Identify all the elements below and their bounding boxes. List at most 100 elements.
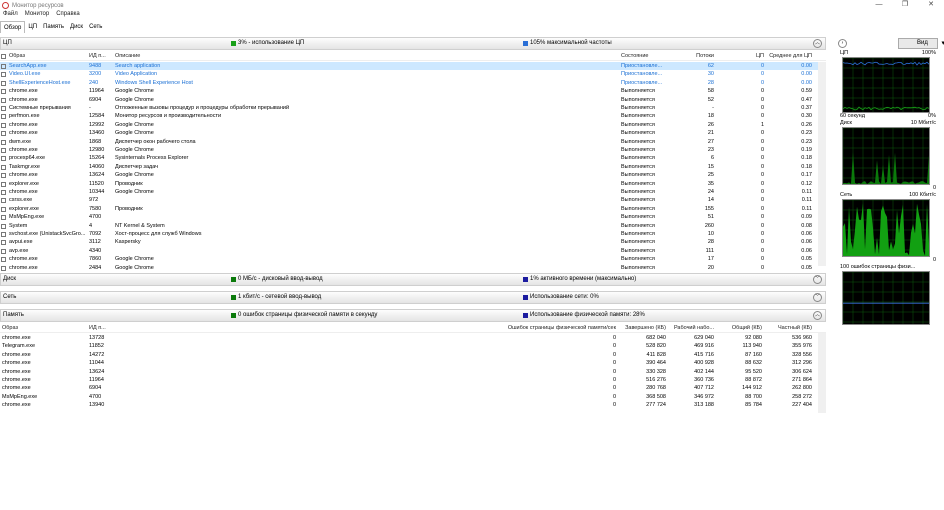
row-checkbox[interactable]	[1, 173, 6, 179]
cpu-column-header[interactable]: ИД п...	[89, 53, 111, 59]
table-row[interactable]: dwm.exe 1868 Диспетчер окон рабочего стола…	[0, 138, 826, 146]
table-row[interactable]: perfmon.exe 12584 Монитор ресурсов и произ…	[0, 112, 826, 120]
row-checkbox[interactable]	[1, 232, 6, 237]
row-checkbox[interactable]	[1, 223, 6, 229]
memory-scrollbar[interactable]	[818, 333, 826, 413]
cpu-column-header[interactable]: Описание	[115, 53, 615, 59]
cpu-scrollbar[interactable]	[818, 62, 826, 266]
table-row[interactable]: chrome.exe 13460 Google Chrome Выполняется 2…	[0, 129, 826, 137]
memory-column-header[interactable]: ИД п...	[89, 325, 111, 331]
table-row[interactable]: chrome.exe 6904 Google Chrome Выполняется 52…	[0, 96, 826, 104]
table-row[interactable]: svchost.exe (UnistackSvcGro... 7092 Хост-п…	[0, 230, 826, 238]
row-checkbox[interactable]	[1, 122, 6, 128]
row-checkbox[interactable]	[1, 257, 6, 263]
minimize-button[interactable]: —	[866, 0, 892, 11]
table-row[interactable]: chrome.exe 13624 0 330 328 402 144 95 520 306 …	[0, 368, 826, 376]
row-checkbox[interactable]	[1, 198, 6, 204]
row-checkbox[interactable]	[1, 156, 6, 162]
maximize-button[interactable]: ❐	[892, 0, 918, 11]
table-row[interactable]: chrome.exe 13728 0 682 040 629 040 92 080 536 …	[0, 334, 826, 342]
table-row[interactable]: chrome.exe 12980 Google Chrome Выполняется 2…	[0, 146, 826, 154]
table-row[interactable]: avpui.exe 3112 Kaspersky Выполняется 28 0 0.06	[0, 238, 826, 246]
network-section-header[interactable]: Сеть 1 кбит/с - сетевой ввод-вывод Испол…	[0, 291, 826, 304]
cpu-column-header[interactable]: Образ	[9, 53, 89, 59]
row-checkbox[interactable]	[1, 64, 6, 69]
memory-column-header[interactable]: Завершено (КБ)	[620, 325, 666, 331]
table-row[interactable]: SearchApp.exe 9488 Search application Приос…	[0, 62, 826, 71]
row-checkbox[interactable]	[1, 89, 6, 95]
table-row[interactable]: Системные прерывания - Отложенные вызовы п…	[0, 104, 826, 112]
menu-help[interactable]: Справка	[56, 11, 80, 20]
row-checkbox[interactable]	[1, 190, 6, 195]
table-row[interactable]: chrome.exe 13624 Google Chrome Выполняется 2…	[0, 171, 826, 179]
table-row[interactable]: MsMpEng.exe 4700 Выполняется 51 0 0.09	[0, 213, 826, 221]
row-checkbox[interactable]	[1, 265, 6, 271]
cpu-column-header[interactable]: Потоки	[688, 53, 714, 59]
table-row[interactable]: Video.UI.exe 3200 Video Application Приоста…	[0, 70, 826, 78]
tab-memory[interactable]: Память	[40, 21, 67, 33]
table-row[interactable]: chrome.exe 14272 0 411 828 415 716 87 160 328 …	[0, 351, 826, 359]
table-row[interactable]: Telegram.exe 11852 0 528 820 469 916 113 940 3…	[0, 342, 826, 350]
memory-column-header[interactable]: Ошибок страницы физической памяти/сек	[440, 325, 616, 331]
cpu-section-header[interactable]: ЦП 3% - использование ЦП 105% максимальн…	[0, 37, 826, 50]
table-row[interactable]: chrome.exe 2484 Google Chrome Выполняется 20…	[0, 264, 826, 272]
table-row[interactable]: explorer.exe 7580 Проводник Выполняется 155 0…	[0, 205, 826, 213]
cpu-column-header[interactable]: ЦП	[718, 53, 764, 59]
close-button[interactable]: ✕	[918, 0, 944, 11]
disk-section-header[interactable]: Диск 0 МБ/с - дисковый ввод-вывод 1% акт…	[0, 273, 826, 286]
tab-overview[interactable]: Обзор	[0, 21, 26, 33]
graph-timespan: 60 секунд	[840, 113, 865, 119]
row-checkbox[interactable]	[1, 131, 6, 137]
cpu-column-header[interactable]: Состояние	[621, 53, 681, 59]
row-checkbox[interactable]	[1, 97, 6, 103]
table-row[interactable]: chrome.exe 7860 Google Chrome Выполняется 17…	[0, 255, 826, 263]
row-checkbox[interactable]	[1, 114, 6, 120]
network-io-swatch	[231, 294, 236, 300]
table-row[interactable]: MsMpEng.exe 4700 0 368 508 346 972 88 700 258 …	[0, 393, 826, 401]
table-row[interactable]: chrome.exe 6904 0 280 768 407 712 144 912 262 …	[0, 384, 826, 392]
table-cell: Монитор ресурсов и производительности	[115, 113, 222, 120]
table-row[interactable]: Taskmgr.exe 14060 Диспетчер задач Выполняет…	[0, 163, 826, 171]
table-row[interactable]: ShellExperienceHost.exe 240 Windows Shell …	[0, 79, 826, 87]
row-checkbox[interactable]	[1, 139, 6, 145]
row-checkbox[interactable]	[1, 80, 6, 86]
row-checkbox[interactable]	[1, 72, 6, 78]
tab-network[interactable]: Сеть	[86, 21, 105, 33]
memory-column-header[interactable]: Рабочий набо...	[668, 325, 714, 331]
hide-panel-icon[interactable]: ›	[838, 38, 847, 48]
row-checkbox[interactable]	[1, 181, 6, 187]
memory-section-header[interactable]: Память 0 ошибок страницы физической памя…	[0, 309, 826, 322]
row-checkbox[interactable]	[1, 206, 6, 212]
table-row[interactable]: csrss.exe 972 Выполняется 14 0 0.11	[0, 196, 826, 204]
table-row[interactable]: chrome.exe 10344 Google Chrome Выполняется 2…	[0, 188, 826, 196]
row-checkbox[interactable]	[1, 248, 6, 254]
cpu-column-header[interactable]: Среднее для ЦП	[768, 53, 812, 59]
row-checkbox[interactable]	[1, 164, 6, 170]
table-row[interactable]: System 4 NT Kernel & System Выполняется 260 0…	[0, 222, 826, 230]
collapse-memory-icon[interactable]: ︿	[813, 311, 822, 320]
table-row[interactable]: chrome.exe 12992 Google Chrome Выполняется 2…	[0, 121, 826, 129]
row-checkbox[interactable]	[1, 148, 6, 153]
table-row[interactable]: explorer.exe 11520 Проводник Выполняется 35 0…	[0, 180, 826, 188]
expand-disk-icon[interactable]: ﹀	[813, 275, 822, 284]
table-row[interactable]: chrome.exe 11964 0 516 276 360 736 88 872 271 …	[0, 376, 826, 384]
memory-column-header[interactable]: Образ	[2, 325, 82, 331]
memory-column-header[interactable]: Общий (КБ)	[716, 325, 762, 331]
tab-disk[interactable]: Диск	[67, 21, 86, 33]
row-checkbox[interactable]	[1, 106, 6, 111]
table-row[interactable]: procexp64.exe 15264 Sysinternals Process E…	[0, 154, 826, 162]
table-row[interactable]: chrome.exe 11044 0 390 464 400 928 88 632 312 …	[0, 359, 826, 367]
table-row[interactable]: chrome.exe 11964 Google Chrome Выполняется 5…	[0, 87, 826, 95]
menu-file[interactable]: Файл	[3, 11, 18, 20]
collapse-cpu-icon[interactable]: ︿	[813, 39, 822, 48]
expand-network-icon[interactable]: ﹀	[813, 293, 822, 302]
view-dropdown[interactable]: Вид	[898, 37, 944, 49]
cpu-header-checkbox[interactable]	[1, 54, 6, 59]
row-checkbox[interactable]	[1, 240, 6, 246]
tab-cpu[interactable]: ЦП	[25, 21, 40, 33]
table-row[interactable]: chrome.exe 13940 0 277 724 313 188 85 784 227 …	[0, 401, 826, 409]
table-row[interactable]: avp.exe 4340 Выполняется 111 0 0.06	[0, 247, 826, 255]
menu-monitor[interactable]: Монитор	[25, 11, 49, 20]
memory-column-header[interactable]: Частный (КБ)	[764, 325, 812, 331]
row-checkbox[interactable]	[1, 215, 6, 221]
